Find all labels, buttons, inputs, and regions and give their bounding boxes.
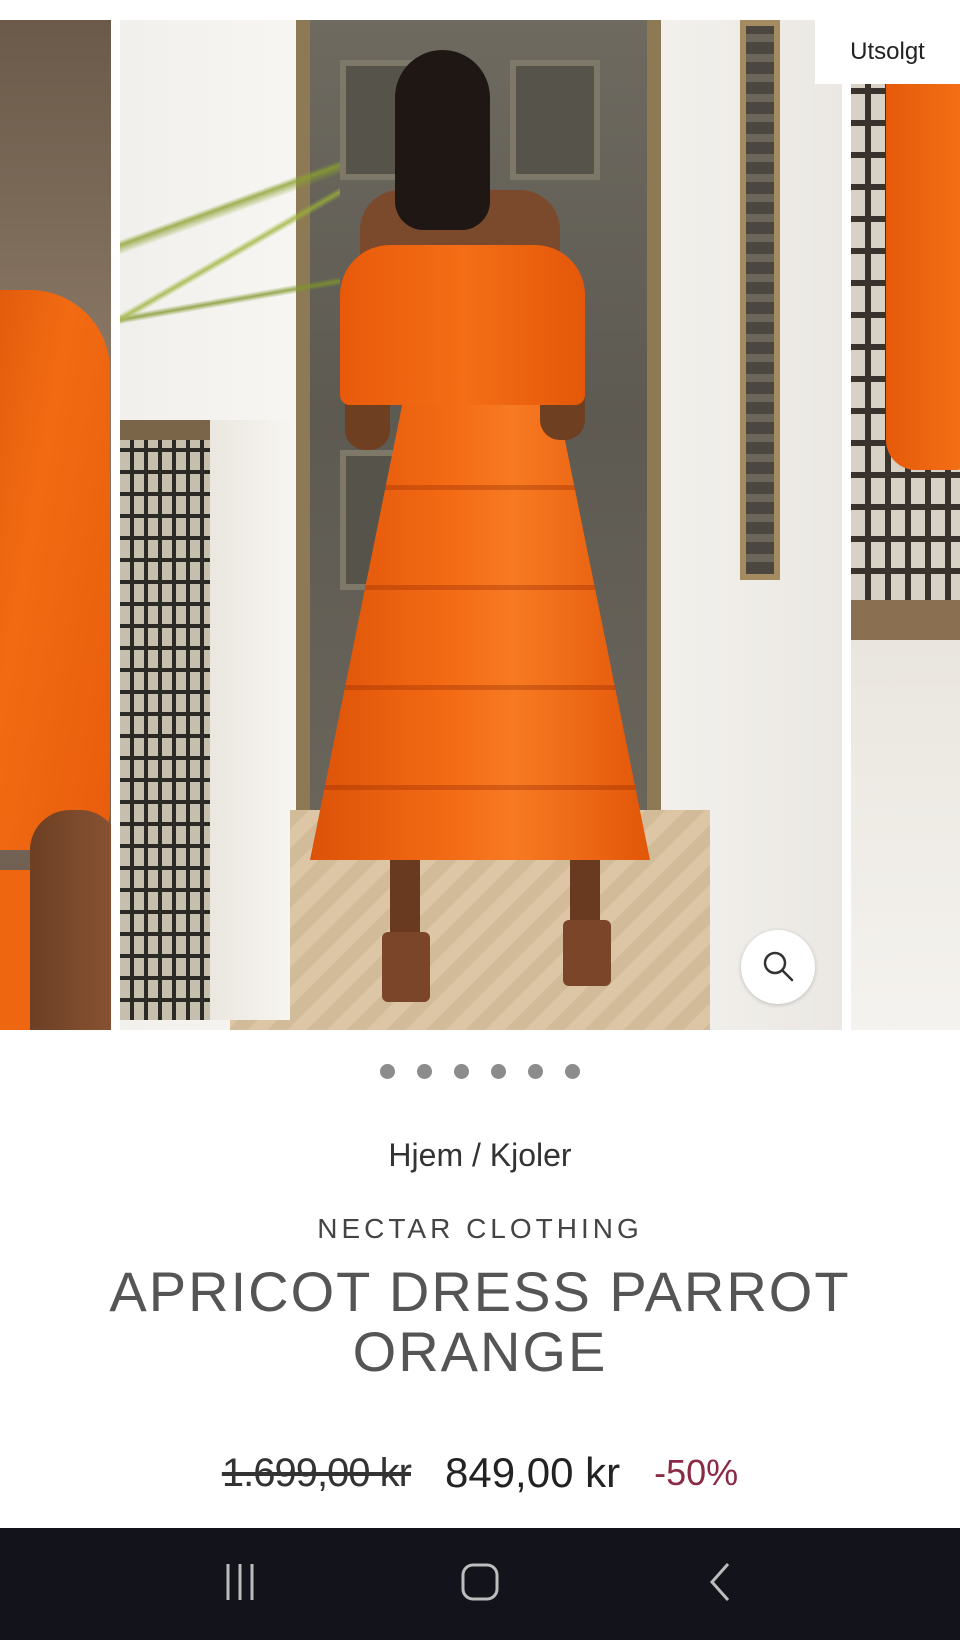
gallery-dot[interactable] — [417, 1064, 432, 1079]
home-icon — [460, 1562, 500, 1607]
price-row: 1.699,00 kr 849,00 kr -50% — [0, 1448, 960, 1498]
back-button[interactable] — [675, 1539, 765, 1629]
breadcrumb-category-link[interactable]: Kjoler — [490, 1137, 572, 1173]
product-brand[interactable]: NECTAR CLOTHING — [0, 1213, 960, 1245]
breadcrumb-home-link[interactable]: Hjem — [388, 1137, 463, 1173]
gallery-dot[interactable] — [454, 1064, 469, 1079]
product-page: Utsolgt Hjem / Kjoler NECTAR CLOTHING AP… — [0, 0, 960, 1640]
search-icon — [761, 949, 795, 986]
home-button[interactable] — [435, 1539, 525, 1629]
image-gallery[interactable]: Utsolgt — [0, 20, 960, 1030]
gallery-main-image[interactable] — [120, 20, 842, 1030]
sold-out-badge: Utsolgt — [815, 20, 960, 84]
gallery-dot[interactable] — [528, 1064, 543, 1079]
gallery-dot[interactable] — [491, 1064, 506, 1079]
gallery-pagination — [0, 1064, 960, 1080]
gallery-dot[interactable] — [380, 1064, 395, 1079]
system-navigation-bar — [0, 1528, 960, 1640]
original-price: 1.699,00 kr — [221, 1450, 412, 1495]
gallery-prev-image[interactable] — [0, 20, 111, 1030]
product-title: APRICOT DRESS PARROT ORANGE — [109, 1260, 851, 1383]
recent-apps-icon — [220, 1562, 260, 1607]
zoom-button[interactable] — [741, 930, 815, 1004]
back-icon — [700, 1562, 740, 1607]
gallery-next-image[interactable] — [851, 20, 960, 1030]
sale-price: 849,00 kr — [444, 1449, 621, 1496]
recent-apps-button[interactable] — [195, 1539, 285, 1629]
breadcrumb: Hjem / Kjoler — [0, 1137, 960, 1174]
gallery-dot[interactable] — [565, 1064, 580, 1079]
breadcrumb-separator: / — [463, 1137, 490, 1173]
discount-badge: -50% — [654, 1452, 739, 1493]
